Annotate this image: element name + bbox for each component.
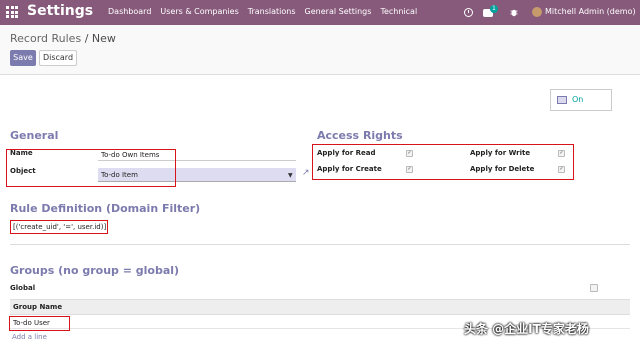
save-button[interactable]: Save xyxy=(10,50,36,66)
groups-table-header xyxy=(10,299,630,315)
highlight-group-row xyxy=(9,316,70,331)
global-checkbox[interactable] xyxy=(590,284,598,292)
active-toggle-button[interactable]: On xyxy=(550,89,612,111)
breadcrumb: Record Rules / New xyxy=(10,32,116,45)
rule-definition-title: Rule Definition (Domain Filter) xyxy=(10,202,201,215)
form-sheet: On General Name To-do Own Items Object T… xyxy=(0,74,640,346)
chevron-down-icon[interactable]: ▼ xyxy=(288,172,293,179)
groups-section-title: Groups (no group = global) xyxy=(10,264,180,277)
global-label: Global xyxy=(10,284,36,292)
app-title: Settings xyxy=(27,3,94,19)
highlight-general-fields xyxy=(6,149,176,187)
add-line-link[interactable]: Add a line xyxy=(12,333,47,341)
apps-menu-icon[interactable] xyxy=(6,6,18,18)
toggle-label: On xyxy=(572,95,584,104)
watermark-text: 头条 @企业IT专家老杨 xyxy=(464,322,589,336)
highlight-access-rights xyxy=(312,144,574,180)
column-group-name[interactable]: Group Name xyxy=(13,303,62,311)
menu-item-dashboard[interactable]: Dashboard xyxy=(108,7,151,16)
breadcrumb-parent[interactable]: Record Rules xyxy=(10,32,81,45)
archive-icon xyxy=(557,96,567,104)
menu-item-users-companies[interactable]: Users & Companies xyxy=(160,7,238,16)
external-link-icon[interactable]: ↗ xyxy=(302,168,310,178)
chat-count-badge: 1 xyxy=(490,5,498,13)
top-navbar: Settings Dashboard Users & Companies Tra… xyxy=(0,0,640,25)
general-section-title: General xyxy=(10,129,59,142)
activity-clock-icon[interactable] xyxy=(464,8,473,17)
user-menu[interactable]: Mitchell Admin (demo) xyxy=(545,7,636,16)
menu-item-general-settings[interactable]: General Settings xyxy=(305,7,372,16)
breadcrumb-separator: / xyxy=(84,32,89,45)
breadcrumb-current: New xyxy=(91,32,116,45)
user-avatar[interactable] xyxy=(532,7,542,17)
debug-bug-icon[interactable] xyxy=(510,8,518,17)
menu-item-technical[interactable]: Technical xyxy=(380,7,417,16)
access-rights-section-title: Access Rights xyxy=(317,129,403,142)
discard-button[interactable]: Discard xyxy=(39,50,77,66)
menu-item-translations[interactable]: Translations xyxy=(248,7,296,16)
main-menu: Dashboard Users & Companies Translations… xyxy=(108,7,426,16)
highlight-domain xyxy=(10,220,108,234)
